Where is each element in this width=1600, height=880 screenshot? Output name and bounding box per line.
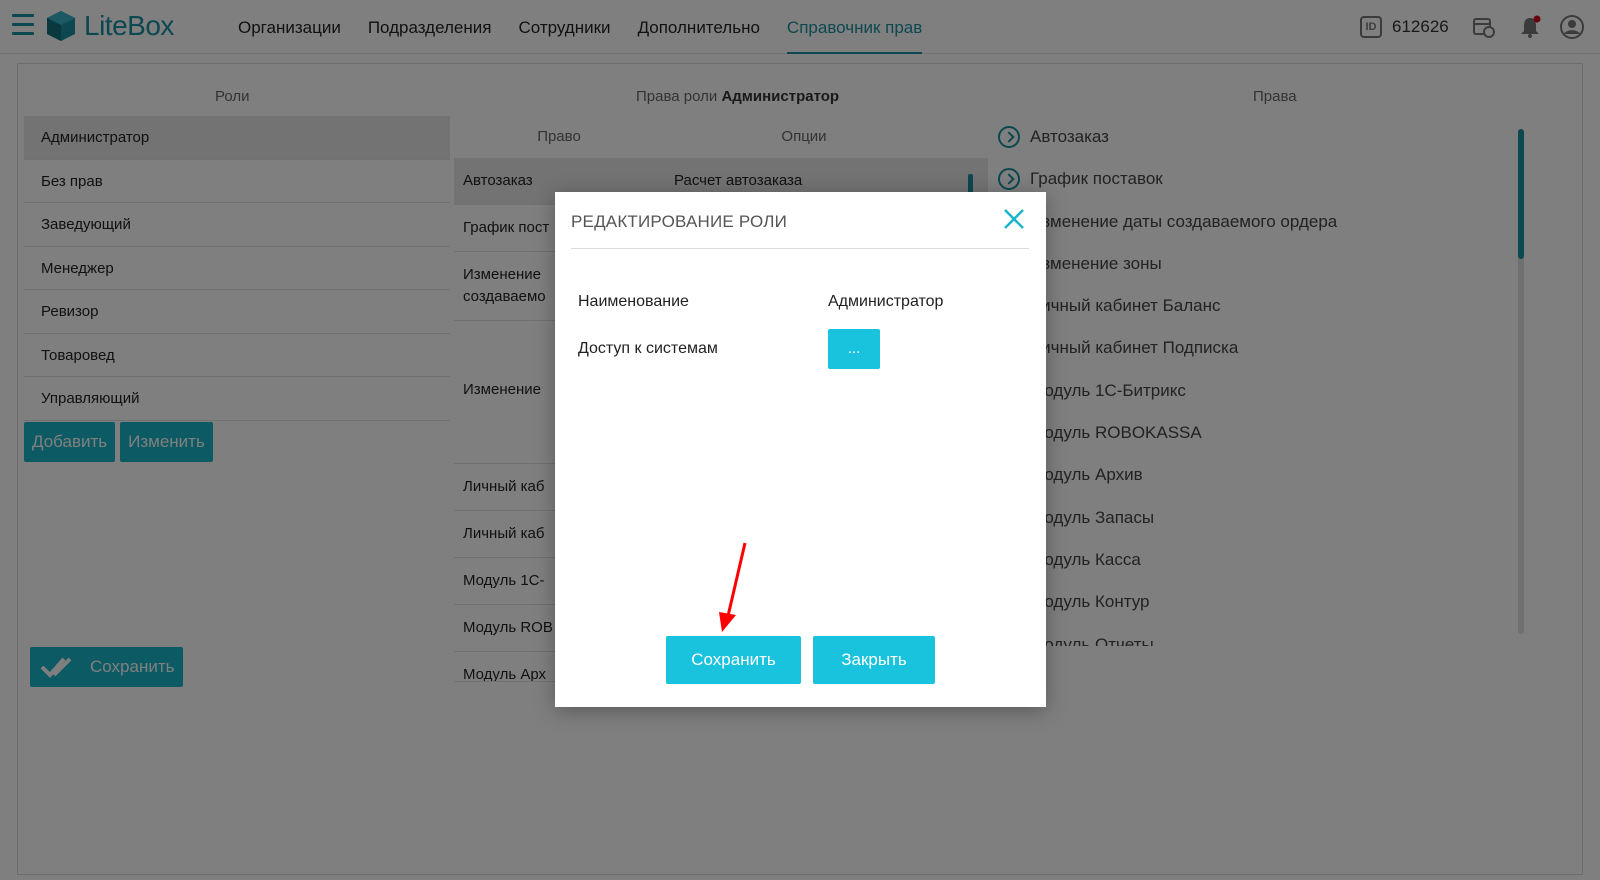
annotation-arrow	[719, 542, 747, 632]
